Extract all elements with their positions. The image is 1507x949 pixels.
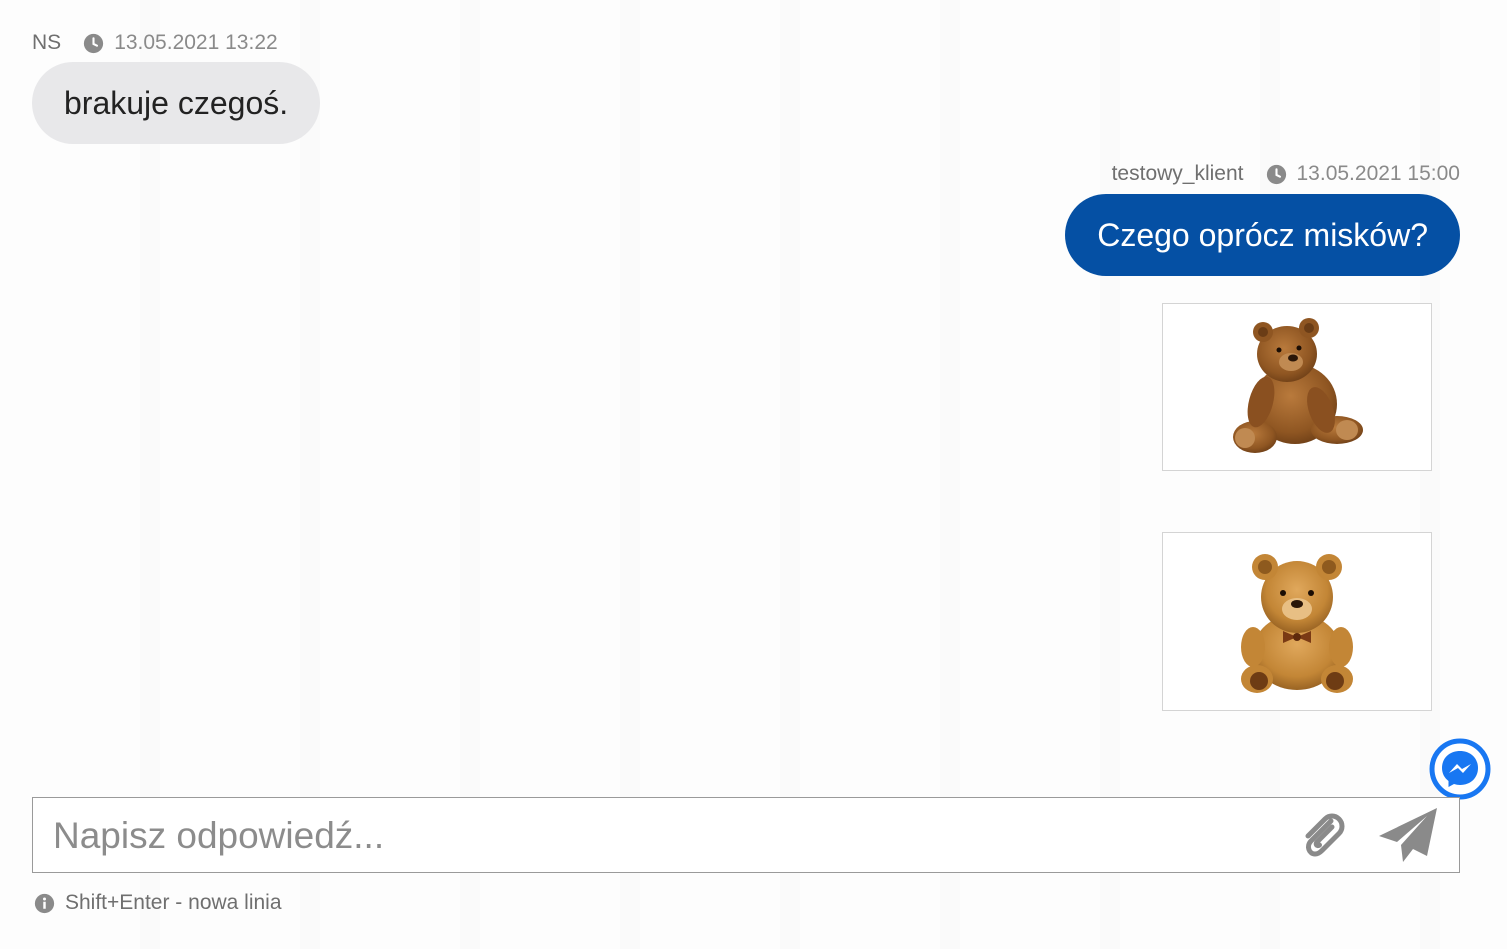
teddy-bear-sitting-image [1233, 318, 1363, 453]
hint-text: Shift+Enter - nowa linia [65, 891, 282, 914]
message-text: brakuje czegoś. [64, 84, 289, 121]
keyboard-hint: Shift+Enter - nowa linia [34, 891, 282, 915]
message-text: Czego oprócz misków? [1097, 216, 1428, 253]
reply-composer [32, 797, 1460, 873]
reply-input[interactable] [51, 798, 1285, 873]
image-attachment[interactable] [1162, 532, 1432, 711]
clock-icon [1266, 164, 1286, 184]
messenger-icon [1429, 738, 1491, 800]
message-author: testowy_klient [1111, 162, 1244, 185]
send-icon [1379, 808, 1437, 862]
messenger-button[interactable] [1429, 738, 1491, 800]
message-timestamp: 13.05.2021 15:00 [1296, 162, 1461, 185]
message-meta: NS 13.05.2021 13:22 [32, 31, 278, 55]
info-icon [34, 893, 55, 913]
send-button[interactable] [1376, 804, 1440, 866]
paperclip-icon [1305, 813, 1345, 857]
chat-page: NS 13.05.2021 13:22 brakuje czegoś. test… [0, 0, 1507, 949]
attach-button[interactable] [1291, 804, 1355, 866]
message-timestamp: 13.05.2021 13:22 [114, 31, 278, 54]
message-bubble-incoming: brakuje czegoś. [32, 62, 321, 144]
image-attachment[interactable] [1162, 303, 1432, 471]
message-bubble-outgoing: Czego oprócz misków? [1065, 194, 1460, 276]
clock-icon [84, 33, 104, 53]
teddy-bear-fluffy-image [1241, 553, 1353, 693]
message-meta: testowy_klient 13.05.2021 15:00 [1112, 162, 1460, 186]
message-author: NS [32, 31, 62, 54]
